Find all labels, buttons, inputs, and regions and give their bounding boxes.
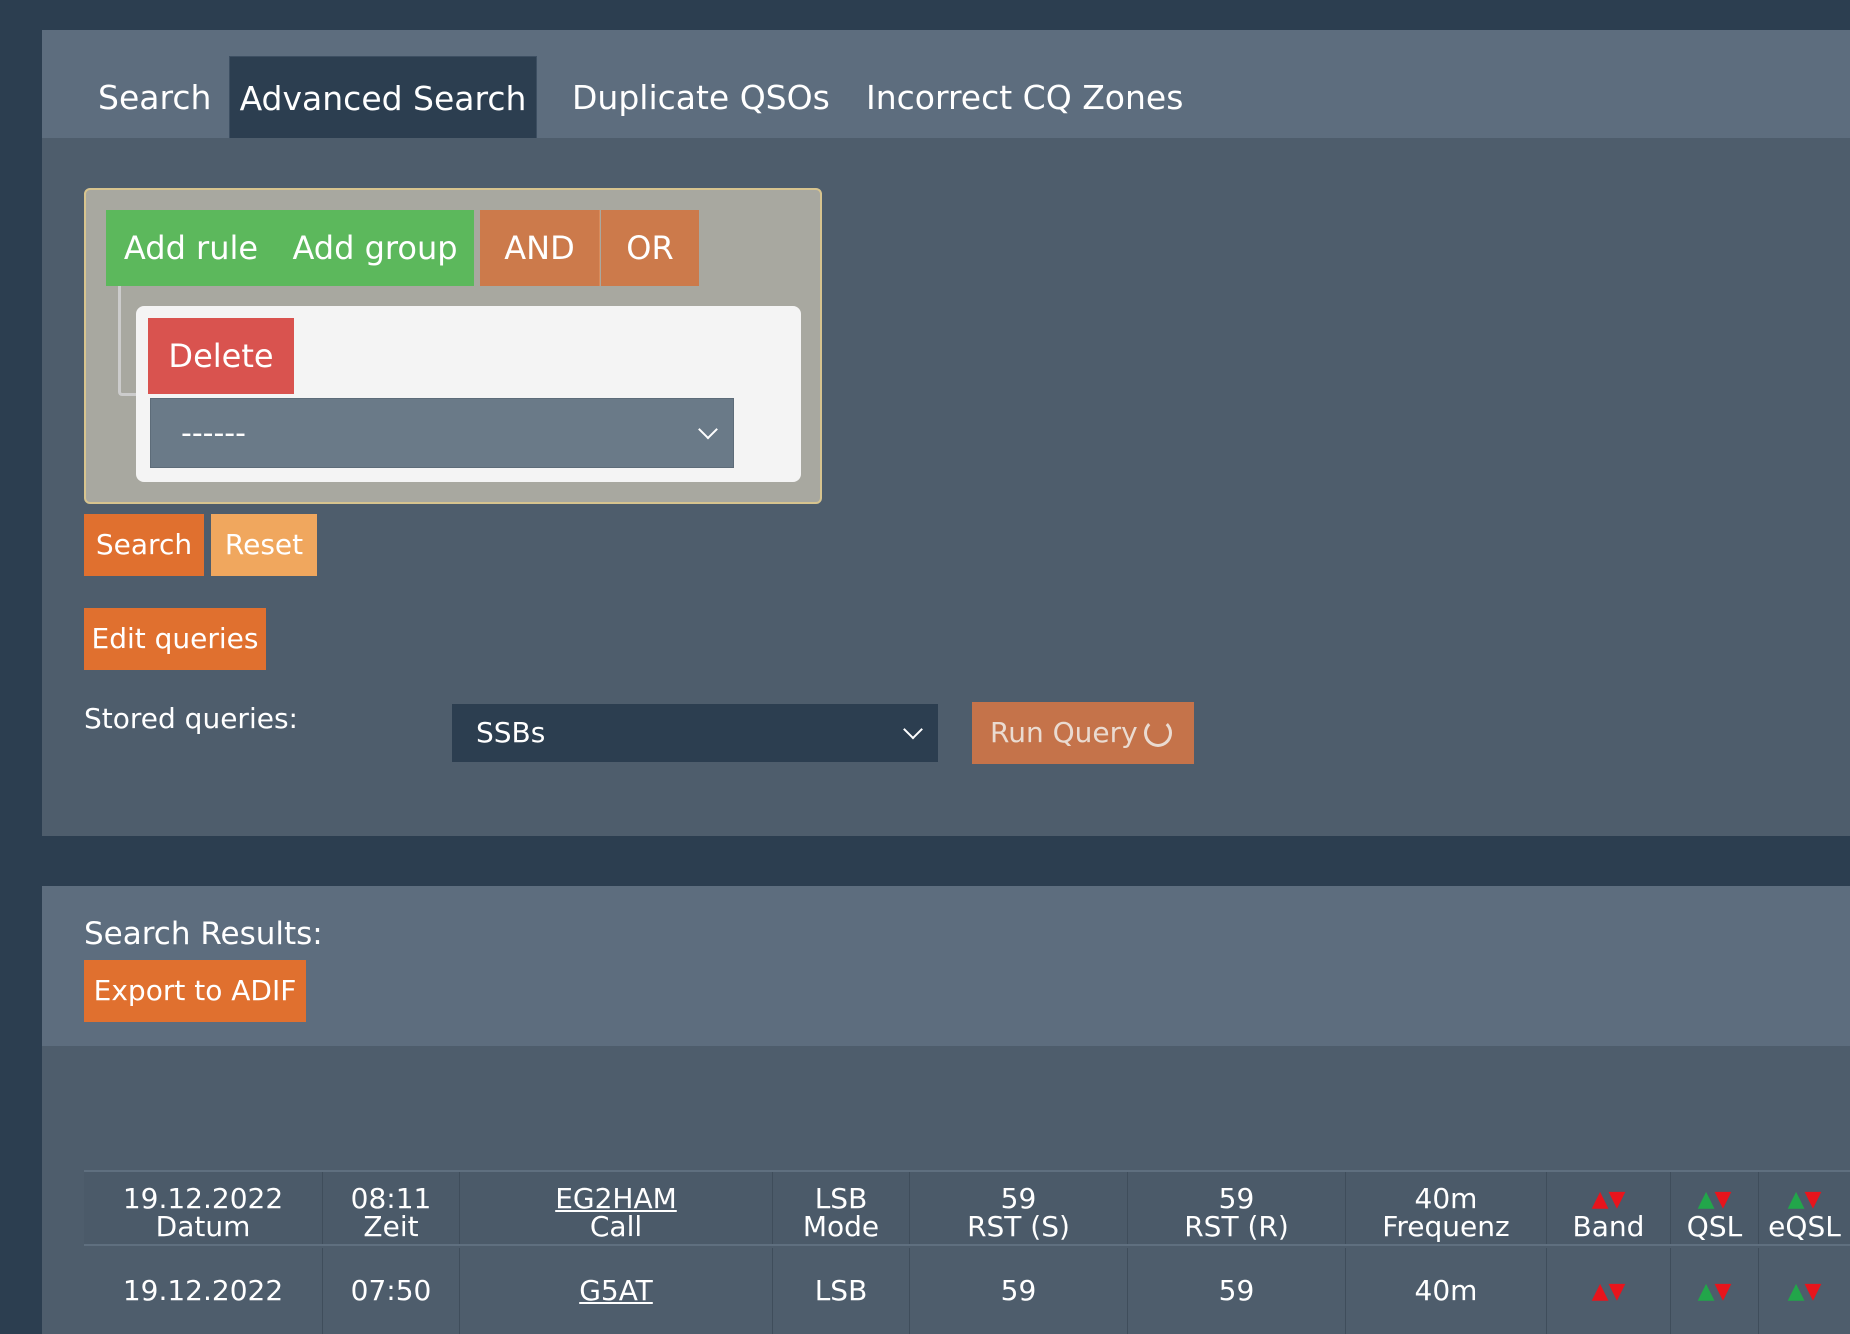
add-rule-button[interactable]: Add rule	[106, 210, 276, 286]
cell-frequenz: 40m	[1346, 1248, 1547, 1334]
up-down-triangle-icon: ▲▼	[1591, 1279, 1626, 1304]
cell-rst-r: 59	[1128, 1248, 1346, 1334]
col-mode[interactable]: LSB Mode	[773, 1172, 910, 1244]
col-datum-label: Datum	[155, 1210, 251, 1243]
run-query-label: Run Query	[990, 716, 1138, 749]
cell-rst-s: 59	[910, 1248, 1128, 1334]
export-adif-button[interactable]: Export to ADIF	[84, 960, 306, 1022]
col-mode-label: Mode	[802, 1210, 880, 1243]
stored-queries-label: Stored queries:	[84, 702, 298, 735]
rule-field-value: ------	[181, 416, 246, 451]
col-rst-s-label: RST (S)	[967, 1210, 1070, 1243]
tab-search[interactable]: Search	[98, 56, 211, 138]
cell-qsl[interactable]: ▲▼	[1671, 1248, 1759, 1334]
chevron-down-icon	[903, 719, 923, 740]
results-table-header: 19.12.2022 Datum 08:11 Zeit EG2HAM Call …	[84, 1170, 1850, 1246]
search-button[interactable]: Search	[84, 514, 204, 576]
tab-duplicate-qsos[interactable]: Duplicate QSOs	[572, 56, 830, 138]
col-zeit[interactable]: 08:11 Zeit	[323, 1172, 460, 1244]
tab-advanced-search[interactable]: Advanced Search	[229, 56, 537, 138]
col-rst-r-label: RST (R)	[1184, 1210, 1289, 1243]
and-toggle-button[interactable]: AND	[480, 210, 600, 286]
edit-queries-button[interactable]: Edit queries	[84, 608, 266, 670]
col-band[interactable]: ▲▼ Band	[1547, 1172, 1671, 1244]
col-qsl-label: QSL	[1686, 1210, 1743, 1243]
stored-query-value: SSBs	[476, 716, 546, 749]
or-toggle-button[interactable]: OR	[601, 210, 699, 286]
col-rst-r[interactable]: 59 RST (R)	[1128, 1172, 1346, 1244]
col-eqsl[interactable]: ▲▼ eQSL	[1759, 1172, 1850, 1244]
chevron-down-icon	[698, 419, 718, 440]
reset-button[interactable]: Reset	[211, 514, 317, 576]
run-query-button[interactable]: Run Query	[972, 702, 1194, 764]
col-qsl[interactable]: ▲▼ QSL	[1671, 1172, 1759, 1244]
col-eqsl-label: eQSL	[1768, 1210, 1841, 1243]
add-group-button[interactable]: Add group	[276, 210, 474, 286]
col-rst-s[interactable]: 59 RST (S)	[910, 1172, 1128, 1244]
delete-rule-button[interactable]: Delete	[148, 318, 294, 394]
cell-call: G5AT	[460, 1248, 773, 1334]
col-call[interactable]: EG2HAM Call	[460, 1172, 773, 1244]
col-zeit-label: Zeit	[363, 1210, 419, 1243]
up-down-triangle-icon: ▲▼	[1787, 1279, 1822, 1304]
tab-incorrect-cq-zones[interactable]: Incorrect CQ Zones	[866, 56, 1183, 138]
spinner-icon	[1144, 719, 1172, 747]
col-call-label: Call	[589, 1210, 643, 1243]
search-results-title: Search Results:	[84, 916, 323, 952]
col-datum[interactable]: 19.12.2022 Datum	[84, 1172, 323, 1244]
cell-zeit: 07:50	[323, 1248, 460, 1334]
stored-queries-select[interactable]: SSBs	[452, 704, 938, 762]
col-frequenz-label: Frequenz	[1382, 1210, 1510, 1243]
call-link[interactable]: G5AT	[579, 1274, 653, 1307]
cell-eqsl[interactable]: ▲▼	[1759, 1248, 1850, 1334]
search-results-header	[42, 886, 1850, 1046]
col-frequenz[interactable]: 40m Frequenz	[1346, 1172, 1547, 1244]
cell-band[interactable]: ▲▼	[1547, 1248, 1671, 1334]
cell-datum: 19.12.2022	[84, 1248, 323, 1334]
cell-mode: LSB	[773, 1248, 910, 1334]
up-down-triangle-icon: ▲▼	[1697, 1279, 1732, 1304]
col-band-label: Band	[1572, 1210, 1645, 1243]
rule-field-select[interactable]: ------	[150, 398, 734, 468]
table-row: 19.12.2022 07:50 G5AT LSB 59 59 40m ▲▼ ▲…	[84, 1248, 1850, 1334]
